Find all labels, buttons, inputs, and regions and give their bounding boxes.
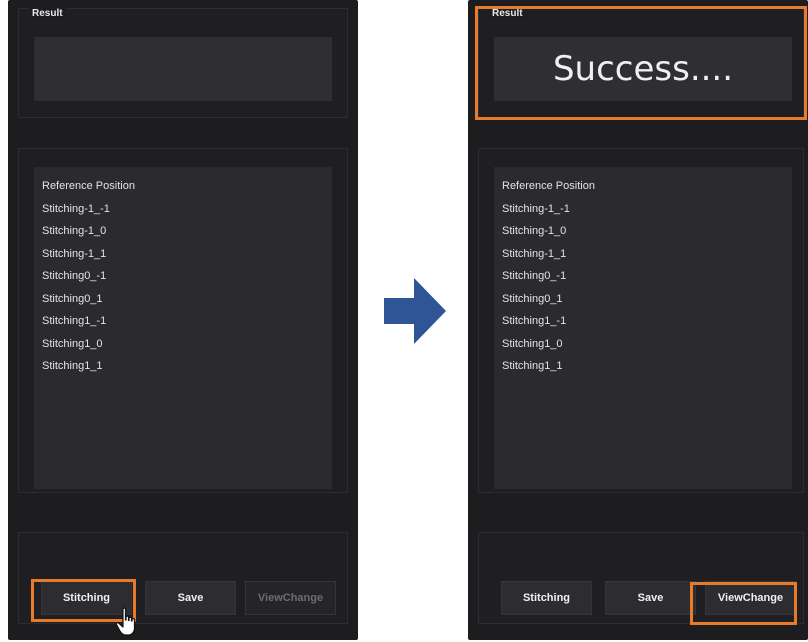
- action-button-group: Stitching Save ViewChange: [18, 532, 348, 624]
- position-list[interactable]: Reference Position Stitching-1_-1 Stitch…: [34, 167, 332, 489]
- result-display: [34, 37, 332, 101]
- stitching-button[interactable]: Stitching: [501, 581, 592, 615]
- list-item-reference-position[interactable]: Reference Position: [42, 175, 324, 198]
- right-app-panel: Result Success.... Reference Position St…: [468, 0, 808, 640]
- view-change-button[interactable]: ViewChange: [245, 581, 336, 615]
- result-group: Result Success....: [478, 8, 804, 118]
- result-label: Result: [29, 8, 66, 19]
- list-item-stitching-1-1[interactable]: Stitching1_1: [502, 355, 784, 378]
- list-item-stitching-1-m1[interactable]: Stitching1_-1: [502, 310, 784, 333]
- position-list-group: Reference Position Stitching-1_-1 Stitch…: [18, 148, 348, 493]
- list-item-stitching-0-m1[interactable]: Stitching0_-1: [42, 265, 324, 288]
- left-app-panel: Result Reference Position Stitching-1_-1…: [8, 0, 358, 640]
- list-item-stitching-m1-0[interactable]: Stitching-1_0: [42, 220, 324, 243]
- result-label: Result: [489, 8, 526, 19]
- list-item-stitching-1-0[interactable]: Stitching1_0: [502, 333, 784, 356]
- list-item-stitching-m1-1[interactable]: Stitching-1_1: [502, 243, 784, 266]
- save-button[interactable]: Save: [605, 581, 696, 615]
- save-button[interactable]: Save: [145, 581, 236, 615]
- action-button-group: Stitching Save ViewChange: [478, 532, 804, 624]
- list-item-stitching-0-1[interactable]: Stitching0_1: [502, 288, 784, 311]
- position-list[interactable]: Reference Position Stitching-1_-1 Stitch…: [494, 167, 792, 489]
- result-display: Success....: [494, 37, 792, 101]
- list-item-stitching-1-1[interactable]: Stitching1_1: [42, 355, 324, 378]
- list-item-stitching-m1-m1[interactable]: Stitching-1_-1: [42, 198, 324, 221]
- result-group: Result: [18, 8, 348, 118]
- view-change-button[interactable]: ViewChange: [705, 581, 796, 615]
- list-item-stitching-1-0[interactable]: Stitching1_0: [42, 333, 324, 356]
- list-item-stitching-m1-1[interactable]: Stitching-1_1: [42, 243, 324, 266]
- right-arrow-icon: [384, 278, 446, 344]
- list-item-stitching-m1-0[interactable]: Stitching-1_0: [502, 220, 784, 243]
- list-item-stitching-0-m1[interactable]: Stitching0_-1: [502, 265, 784, 288]
- list-item-stitching-1-m1[interactable]: Stitching1_-1: [42, 310, 324, 333]
- comparison-canvas: Result Reference Position Stitching-1_-1…: [0, 0, 808, 642]
- hand-cursor-icon: [115, 607, 136, 636]
- position-list-group: Reference Position Stitching-1_-1 Stitch…: [478, 148, 804, 493]
- list-item-reference-position[interactable]: Reference Position: [502, 175, 784, 198]
- list-item-stitching-m1-m1[interactable]: Stitching-1_-1: [502, 198, 784, 221]
- list-item-stitching-0-1[interactable]: Stitching0_1: [42, 288, 324, 311]
